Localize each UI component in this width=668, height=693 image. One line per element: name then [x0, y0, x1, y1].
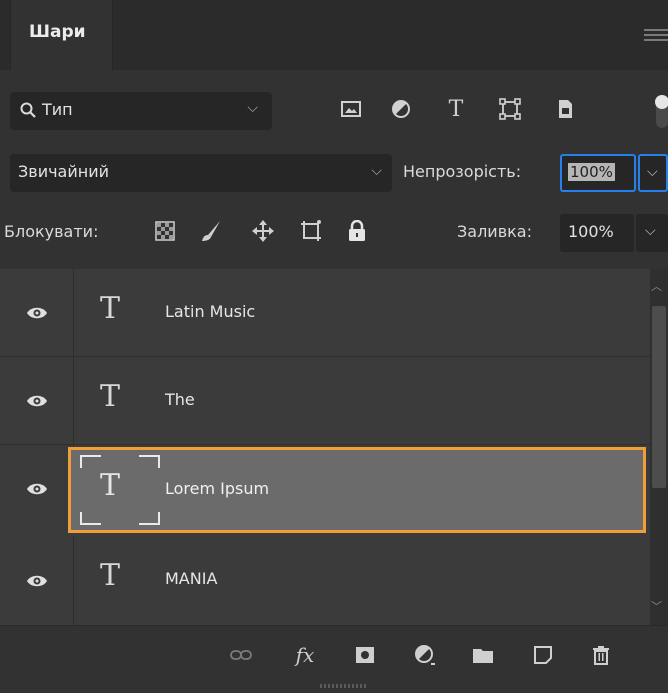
lock-all-icon[interactable]: [344, 218, 370, 244]
blend-mode-value: Звичайний: [18, 162, 109, 181]
chevron-down-icon: ⌵: [647, 164, 658, 180]
adjustment-layer-icon[interactable]: [410, 640, 440, 670]
scroll-down-icon[interactable]: ﹀: [651, 598, 662, 614]
text-layer-icon: T: [100, 291, 121, 326]
image-filter-icon[interactable]: [336, 94, 366, 124]
filter-type-label: Тип: [42, 100, 73, 119]
visibility-eye-icon[interactable]: [0, 357, 74, 444]
text-filter-icon[interactable]: T: [441, 94, 471, 124]
fill-dropdown-button[interactable]: ⌵: [636, 214, 668, 252]
chevron-down-icon: ⌵: [247, 100, 258, 116]
hamburger-menu-icon[interactable]: [644, 29, 668, 43]
chevron-down-icon: ⌵: [371, 163, 382, 179]
lock-position-icon[interactable]: [250, 218, 276, 244]
opacity-input[interactable]: 100%: [560, 154, 636, 192]
add-mask-icon[interactable]: [350, 640, 380, 670]
layer-row-selected-container: T Lorem Ipsum: [0, 445, 650, 533]
link-layers-icon[interactable]: [226, 640, 256, 670]
blend-mode-select[interactable]: Звичайний ⌵: [10, 154, 392, 192]
layer-name: Latin Music: [165, 302, 256, 321]
lock-transparent-pixels-icon[interactable]: [152, 218, 178, 244]
adjustment-filter-icon[interactable]: [386, 94, 416, 124]
layers-bottom-toolbar: [0, 625, 668, 693]
text-layer-icon: T: [100, 558, 121, 593]
opacity-value: 100%: [568, 163, 615, 181]
layer-filter-type-select[interactable]: Тип ⌵: [10, 92, 272, 130]
scrollbar-thumb[interactable]: [652, 306, 666, 488]
delete-icon[interactable]: [586, 640, 616, 670]
shape-filter-icon[interactable]: [495, 94, 525, 124]
panel-resize-grip[interactable]: [320, 684, 368, 688]
layer-row[interactable]: T Latin Music: [0, 269, 650, 357]
search-icon: [20, 102, 36, 118]
fx-icon[interactable]: fx: [290, 640, 320, 670]
tab-layers-label: Шари: [29, 22, 86, 42]
lock-image-pixels-icon[interactable]: [198, 218, 224, 244]
layer-row[interactable]: T The: [0, 357, 650, 445]
visibility-eye-icon[interactable]: [0, 445, 74, 533]
layer-name: Lorem Ipsum: [165, 479, 270, 498]
tab-layers[interactable]: Шари: [10, 0, 113, 70]
layer-list: T Latin Music T The T Lorem Ipsum T MANI…: [0, 269, 650, 625]
scroll-up-icon[interactable]: ︿: [651, 278, 662, 294]
text-layer-icon: T: [100, 379, 121, 414]
new-layer-icon[interactable]: [528, 640, 558, 670]
visibility-eye-icon[interactable]: [0, 536, 74, 625]
opacity-dropdown-button[interactable]: ⌵: [638, 154, 668, 192]
filter-toggle-switch[interactable]: [650, 92, 668, 132]
fill-label: Заливка:: [457, 222, 532, 241]
layer-row[interactable]: T MANIA: [0, 536, 650, 625]
new-group-icon[interactable]: [468, 640, 498, 670]
lock-artboard-icon[interactable]: [298, 218, 324, 244]
fill-input[interactable]: 100%: [560, 214, 634, 252]
chevron-down-icon: ⌵: [645, 223, 656, 239]
fill-value: 100%: [568, 222, 614, 241]
layer-name: The: [165, 390, 195, 409]
layer-row-selected[interactable]: T Lorem Ipsum: [68, 447, 646, 533]
visibility-eye-icon[interactable]: [0, 269, 74, 356]
layer-name: MANIA: [165, 569, 218, 588]
text-layer-icon: T: [100, 468, 121, 503]
opacity-label: Непрозорість:: [403, 162, 522, 181]
smart-object-filter-icon[interactable]: [550, 94, 580, 124]
lock-label: Блокувати:: [4, 222, 99, 241]
